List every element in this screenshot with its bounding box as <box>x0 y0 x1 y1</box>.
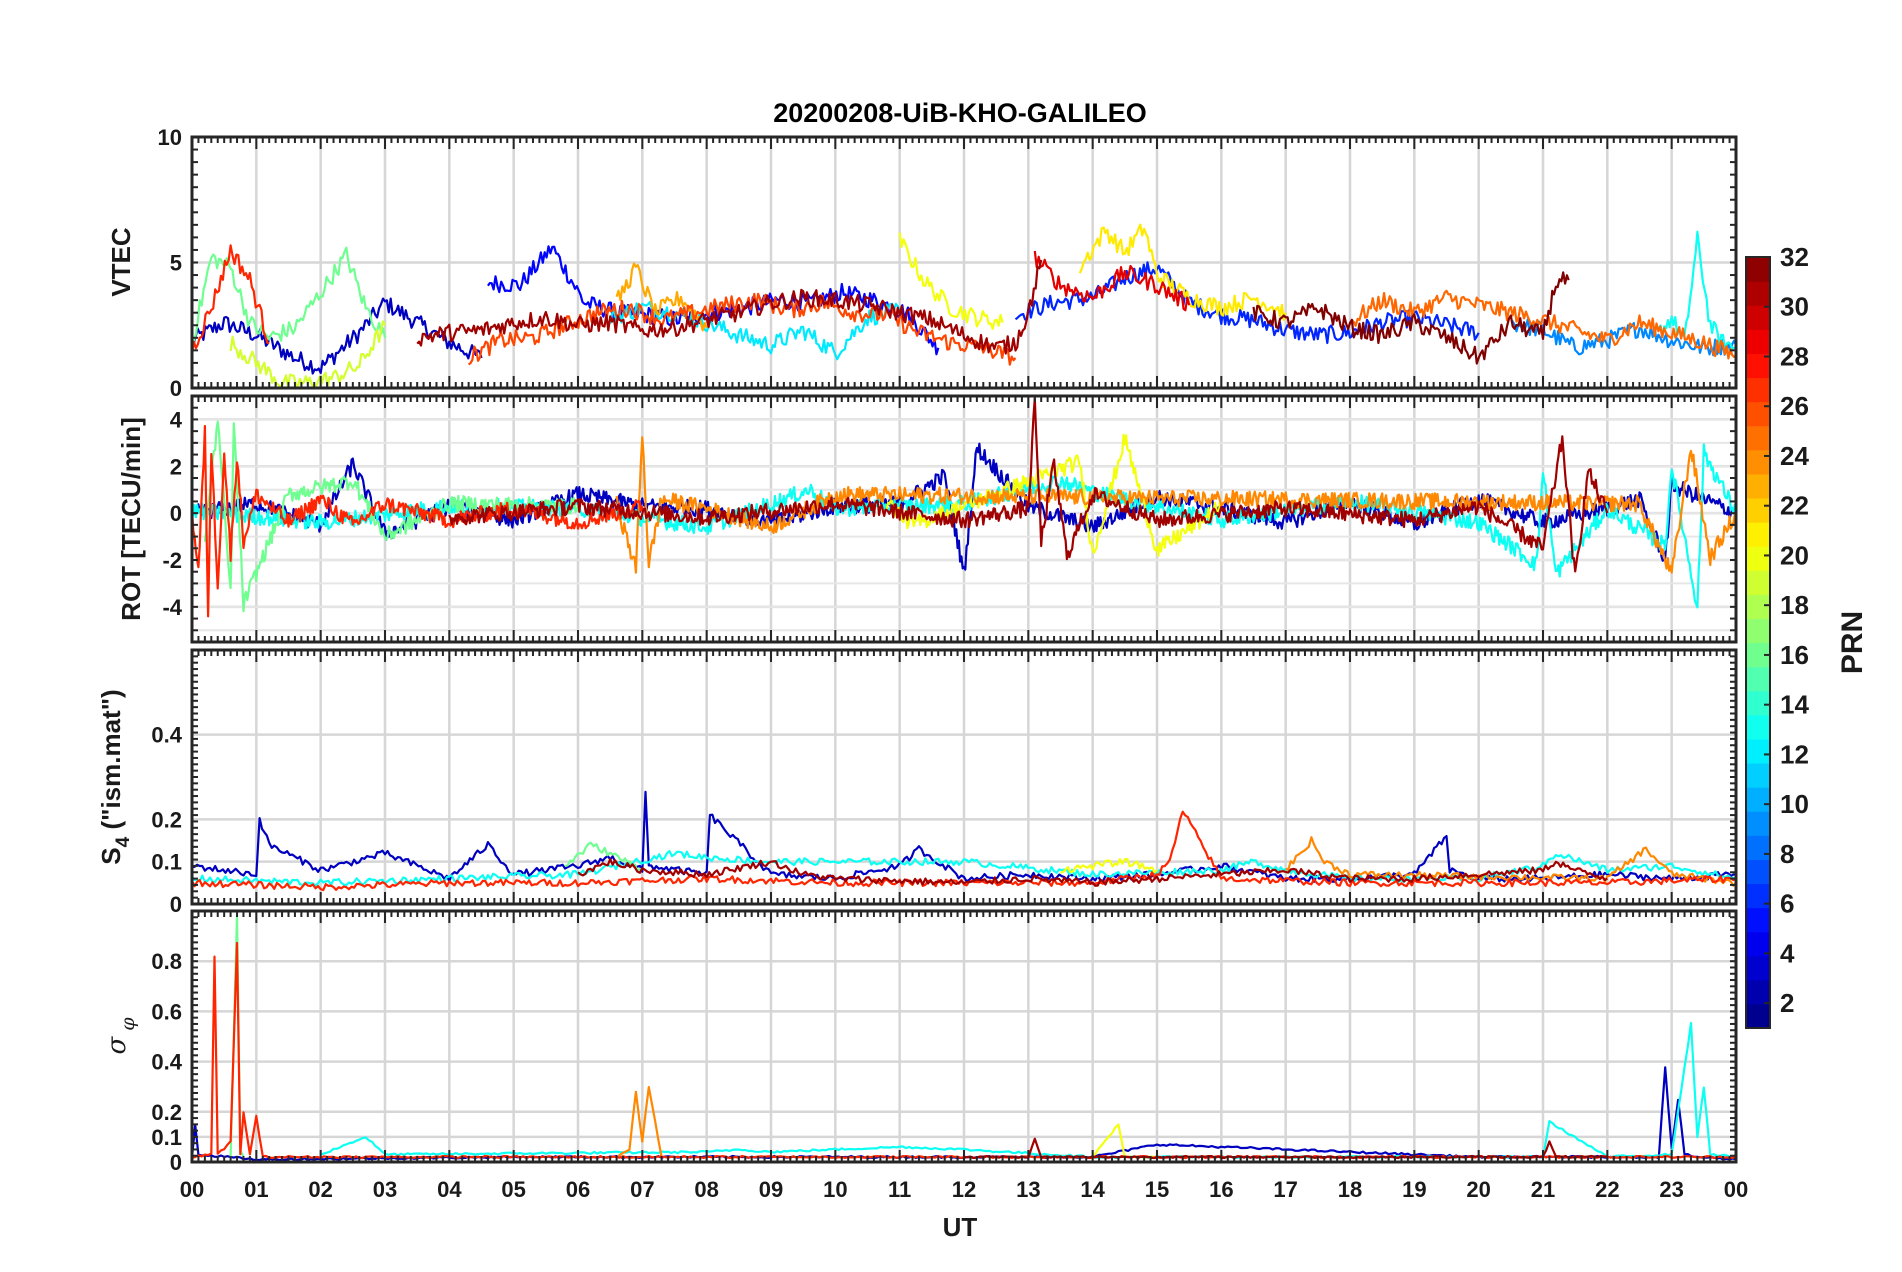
colorbar-band <box>1746 281 1770 306</box>
colorbar-band <box>1746 955 1770 981</box>
colorbar-tick-label: 2 <box>1780 988 1794 1018</box>
y-tick-label: 0 <box>170 501 182 526</box>
y-tick-label: 0.4 <box>151 1050 182 1075</box>
panel-rot: -4 -2 0 2 4 ROT [TECU/min] <box>116 394 1738 644</box>
x-tick-label: 16 <box>1209 1177 1233 1202</box>
figure-title: 20200208-UiB-KHO-GALILEO <box>773 98 1147 128</box>
colorbar-band <box>1746 811 1770 836</box>
x-tick-label: 09 <box>759 1177 783 1202</box>
colorbar-tick-label: 12 <box>1780 739 1809 769</box>
colorbar-tick-label: 16 <box>1780 640 1809 670</box>
x-tick-label: 01 <box>244 1177 268 1202</box>
x-tick-label: 23 <box>1659 1177 1683 1202</box>
x-tick-label: 12 <box>952 1177 976 1202</box>
x-tick-label: 20 <box>1466 1177 1490 1202</box>
colorbar-band <box>1746 594 1770 620</box>
x-tick-label: 03 <box>373 1177 397 1202</box>
y-tick-label: 5 <box>170 251 182 276</box>
y-tick-label: 10 <box>158 125 182 150</box>
y-tick-label: 0 <box>170 376 182 401</box>
y-tick-label: 0.6 <box>151 999 182 1024</box>
colorbar-band <box>1746 570 1770 595</box>
colorbar-band <box>1746 835 1770 860</box>
x-tick-label: 10 <box>823 1177 847 1202</box>
colorbar-tick-label: 26 <box>1780 391 1809 421</box>
x-tick-label: 17 <box>1273 1177 1297 1202</box>
colorbar-band <box>1746 257 1770 282</box>
x-tick-label: 15 <box>1145 1177 1169 1202</box>
y-tick-label: 0 <box>170 892 182 917</box>
x-tick-label: 19 <box>1402 1177 1426 1202</box>
colorbar-band <box>1746 546 1770 571</box>
panels: 0510VTEC-4-2024ROT [TECU/min]00.10.20.4S… <box>96 125 1748 1202</box>
y-tick-label: -4 <box>162 595 182 620</box>
colorbar-band <box>1746 738 1770 764</box>
colorbar-band <box>1746 690 1770 716</box>
figure: 20200208-UiB-KHO-GALILEO 0510VTEC-4-2024… <box>0 0 1902 1272</box>
x-tick-label: 14 <box>1080 1177 1105 1202</box>
y-tick-label: 0 <box>170 1150 182 1175</box>
colorbar-band <box>1746 377 1770 403</box>
x-tick-label: 08 <box>694 1177 718 1202</box>
panel-sigma_phi: 00.10.20.40.60.8σ φ00 01 02 03 04 05 06 07 08 09 1… <box>102 909 1748 1202</box>
x-tick-label: 05 <box>501 1177 525 1202</box>
y-axis-label-rot: ROT [TECU/min] <box>116 417 146 621</box>
colorbar-band <box>1746 618 1770 644</box>
panel-vtec: 0 5 10 VTEC <box>106 125 1738 401</box>
y-tick-label: 0.1 <box>151 850 182 875</box>
colorbar-tick-label: 18 <box>1780 590 1809 620</box>
y-tick-label: 2 <box>170 454 182 479</box>
colorbar-band <box>1746 497 1770 523</box>
colorbar-tick-label: 20 <box>1780 540 1809 570</box>
y-tick-label: 0.1 <box>151 1125 182 1150</box>
x-tick-label: 22 <box>1595 1177 1619 1202</box>
panel-s4: 00.10.20.4S4 ("ism.mat") <box>96 648 1738 917</box>
colorbar-band <box>1746 859 1770 885</box>
colorbar-tick-label: 10 <box>1780 789 1809 819</box>
colorbar-band <box>1746 714 1770 740</box>
x-tick-label: 02 <box>308 1177 332 1202</box>
colorbar-band <box>1746 787 1770 812</box>
colorbar-band <box>1746 473 1770 499</box>
x-tick-label: 18 <box>1338 1177 1362 1202</box>
colorbar-tick-label: 6 <box>1780 889 1794 919</box>
x-tick-label: 00 <box>1724 1177 1748 1202</box>
x-axis-label: UT <box>943 1212 978 1242</box>
colorbar-band <box>1746 449 1770 475</box>
x-tick-label: 00 <box>180 1177 204 1202</box>
colorbar-band <box>1746 907 1770 933</box>
colorbar-band <box>1746 425 1770 451</box>
colorbar-tick-label: 30 <box>1780 292 1809 322</box>
x-tick-label: 06 <box>566 1177 590 1202</box>
colorbar-tick-label: 4 <box>1780 938 1795 968</box>
x-tick-label: 13 <box>1016 1177 1040 1202</box>
colorbar-band <box>1746 305 1770 330</box>
y-tick-label: -2 <box>162 548 182 573</box>
colorbar-band <box>1746 522 1770 547</box>
y-tick-label: 4 <box>170 407 183 432</box>
x-tick-label: 07 <box>630 1177 654 1202</box>
y-tick-label: 0.2 <box>151 1100 182 1125</box>
x-tick-label: 21 <box>1531 1177 1555 1202</box>
y-axis-label-vtec: VTEC <box>106 227 136 297</box>
colorbar-band <box>1746 666 1770 692</box>
colorbar-tick-label: 8 <box>1780 839 1794 869</box>
y-tick-label: 0.2 <box>151 807 182 832</box>
colorbar-band <box>1746 762 1770 788</box>
colorbar-tick-label: 28 <box>1780 341 1809 371</box>
x-tick-label: 04 <box>437 1177 462 1202</box>
colorbar-tick-label: 22 <box>1780 491 1809 521</box>
colorbar-band <box>1746 329 1770 354</box>
colorbar-band <box>1746 979 1770 1005</box>
colorbar-tick-label: 32 <box>1780 242 1809 272</box>
colorbar-band <box>1746 1003 1770 1029</box>
y-tick-label: 0.8 <box>151 949 182 974</box>
y-tick-label: 0.4 <box>151 723 182 748</box>
x-tick-label: 11 <box>888 1177 911 1202</box>
colorbar-tick-label: 14 <box>1780 690 1809 720</box>
colorbar-label: PRN <box>1836 611 1869 674</box>
colorbar-tick-label: 24 <box>1780 441 1809 471</box>
